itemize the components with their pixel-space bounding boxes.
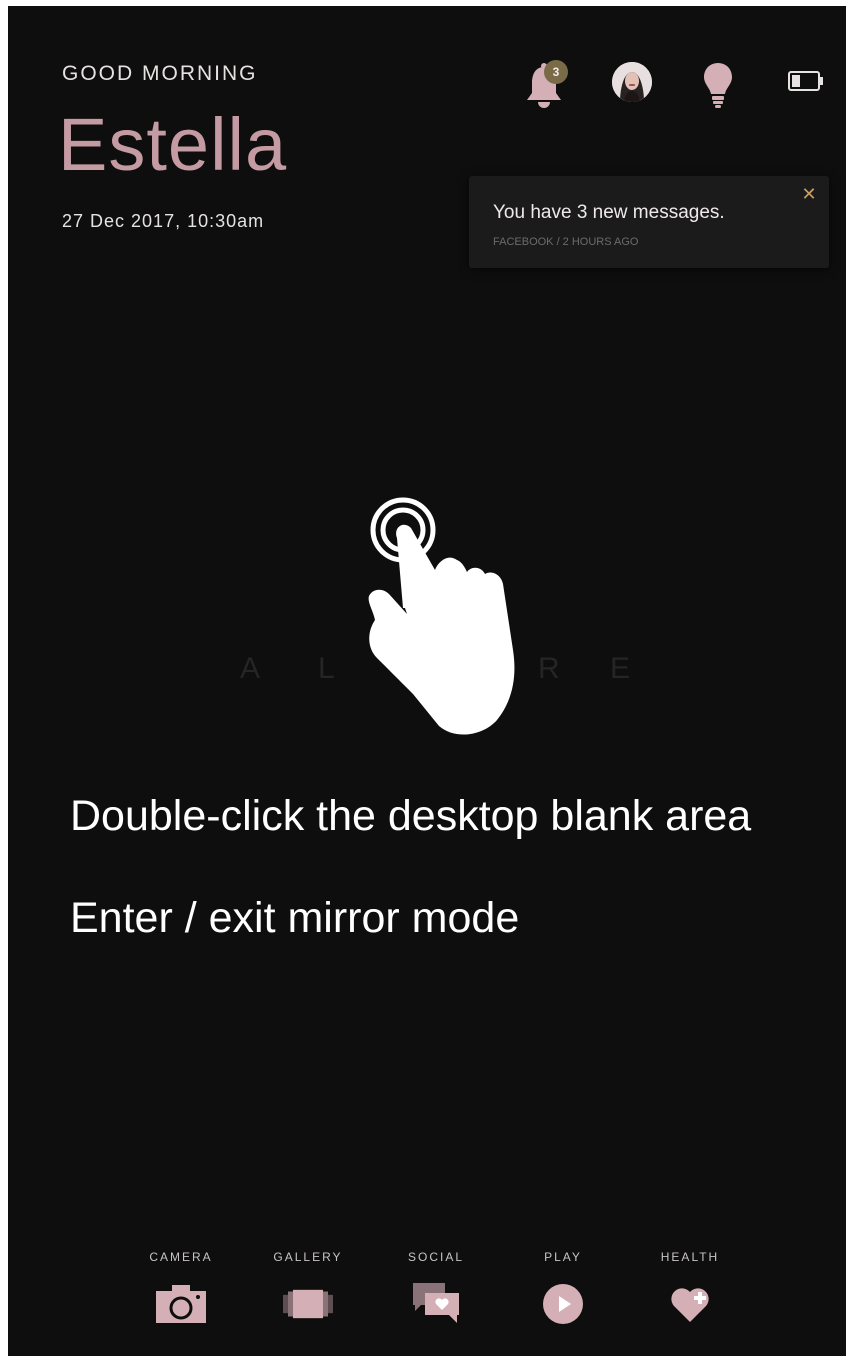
social-icon	[411, 1282, 461, 1326]
dock-label: CAMERA	[149, 1250, 213, 1264]
notification-meta: FACEBOOK / 2 HOURS AGO	[493, 236, 639, 248]
health-icon	[665, 1282, 715, 1326]
notification-title: You have 3 new messages.	[493, 202, 725, 223]
dock-camera[interactable]: CAMERA	[136, 1250, 226, 1330]
watermark-letter: E	[610, 652, 631, 685]
user-name: Estella	[58, 103, 288, 186]
battery-icon	[786, 68, 826, 94]
camera-icon	[156, 1282, 206, 1326]
watermark-letter: R	[538, 652, 560, 685]
instruction-line-1: Double-click the desktop blank area	[70, 792, 752, 840]
gallery-icon	[283, 1282, 333, 1326]
mirror-screen[interactable]: GOOD MORNING Estella 27 Dec 2017, 10:30a…	[8, 6, 846, 1356]
dock-label: SOCIAL	[407, 1250, 464, 1264]
avatar[interactable]	[612, 62, 652, 102]
dock-label: HEALTH	[660, 1250, 720, 1264]
greeting-text: GOOD MORNING	[62, 62, 258, 85]
dock-social[interactable]: SOCIAL	[391, 1250, 481, 1330]
notification-toast[interactable]: You have 3 new messages. FACEBOOK / 2 HO…	[469, 176, 829, 268]
watermark-letter: A	[240, 652, 261, 685]
play-icon	[538, 1282, 588, 1326]
close-icon[interactable]: ✕	[799, 184, 819, 204]
date-time: 27 Dec 2017, 10:30am	[62, 211, 265, 231]
watermark-letter: L	[318, 652, 335, 685]
dock-gallery[interactable]: GALLERY	[263, 1250, 353, 1330]
instruction-line-2: Enter / exit mirror mode	[70, 894, 520, 942]
dock-label: PLAY	[544, 1250, 582, 1264]
notification-count-badge: 3	[544, 60, 568, 84]
dock-label: GALLERY	[273, 1250, 343, 1264]
double-tap-hand-icon	[353, 490, 521, 738]
dock-play[interactable]: PLAY	[518, 1250, 608, 1330]
bulb-icon[interactable]	[698, 60, 738, 110]
dock-health[interactable]: HEALTH	[645, 1250, 735, 1330]
